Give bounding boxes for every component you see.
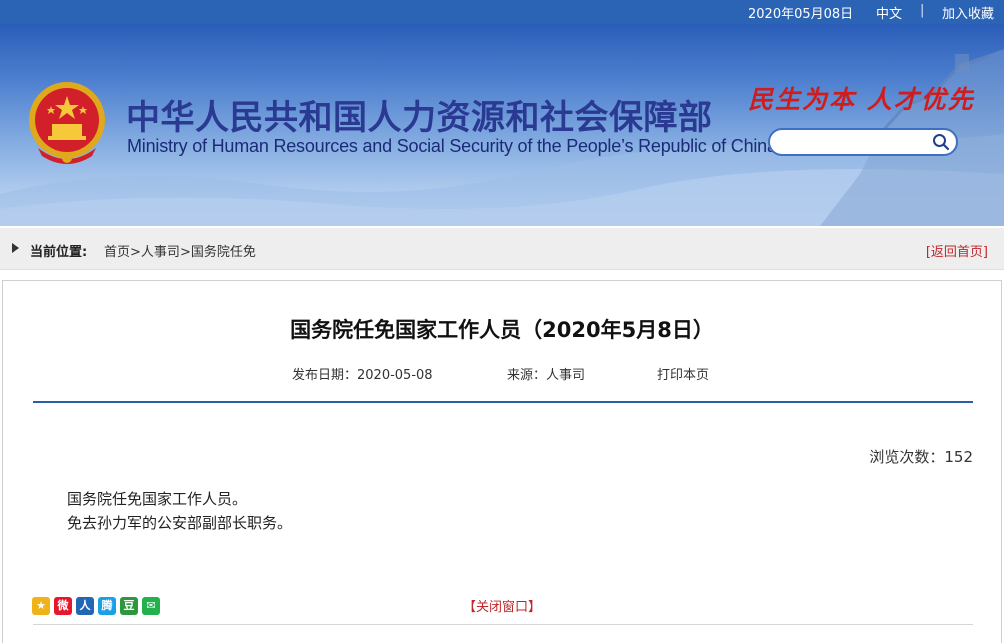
breadcrumb-current-link[interactable]: 国务院任免 [191,245,256,260]
topbar-separator: | [920,3,925,18]
breadcrumb: 当前位置: 首页>人事司>国务院任免 [返回首页] [0,228,1004,270]
search-icon[interactable] [932,133,950,151]
breadcrumb-arrow-icon [12,243,19,253]
slogan: 民生为本 人才优先 [748,85,975,114]
close-window-row: 【关闭窗口】 [0,596,1004,615]
current-date: 2020年05月08日 [748,7,854,22]
search-input[interactable] [780,133,930,151]
breadcrumb-department-link[interactable]: 人事司 [141,245,180,260]
print-page-link[interactable]: 打印本页 [657,364,709,383]
breadcrumb-label: 当前位置: [30,245,88,260]
top-bar: 2020年05月08日 中文 | 加入收藏 [0,0,1004,24]
publish-date: 发布日期：2020-05-08 [292,368,433,383]
language-link[interactable]: 中文 [876,3,902,22]
breadcrumb-path: 首页>人事司>国务院任免 [104,241,256,260]
view-count: 浏览次数：152 [869,448,973,466]
article-paragraph: 国务院任免国家工作人员。 [67,490,248,508]
ministry-title-cn: 中华人民共和国人力资源和社会保障部 [126,98,713,138]
title-divider [33,401,973,403]
article-title: 国务院任免国家工作人员（2020年5月8日） [290,318,714,342]
breadcrumb-divider: > [130,245,141,260]
add-favorite-link[interactable]: 加入收藏 [942,3,994,22]
ministry-title-en: Ministry of Human Resources and Social S… [127,136,777,156]
article-paragraph: 免去孙力军的公安部副部长职务。 [67,514,293,532]
search-box[interactable] [768,128,958,156]
breadcrumb-divider: > [179,245,191,260]
bottom-divider [33,624,973,625]
close-window-link[interactable]: 【关闭窗口】 [463,600,541,615]
header-banner: 中华人民共和国人力资源和社会保障部 Ministry of Human Reso… [0,24,1004,226]
breadcrumb-home-link[interactable]: 首页 [104,245,130,260]
back-home-link[interactable]: [返回首页] [926,241,988,260]
national-emblem-icon [29,82,105,164]
article-source: 来源：人事司 [507,368,586,383]
